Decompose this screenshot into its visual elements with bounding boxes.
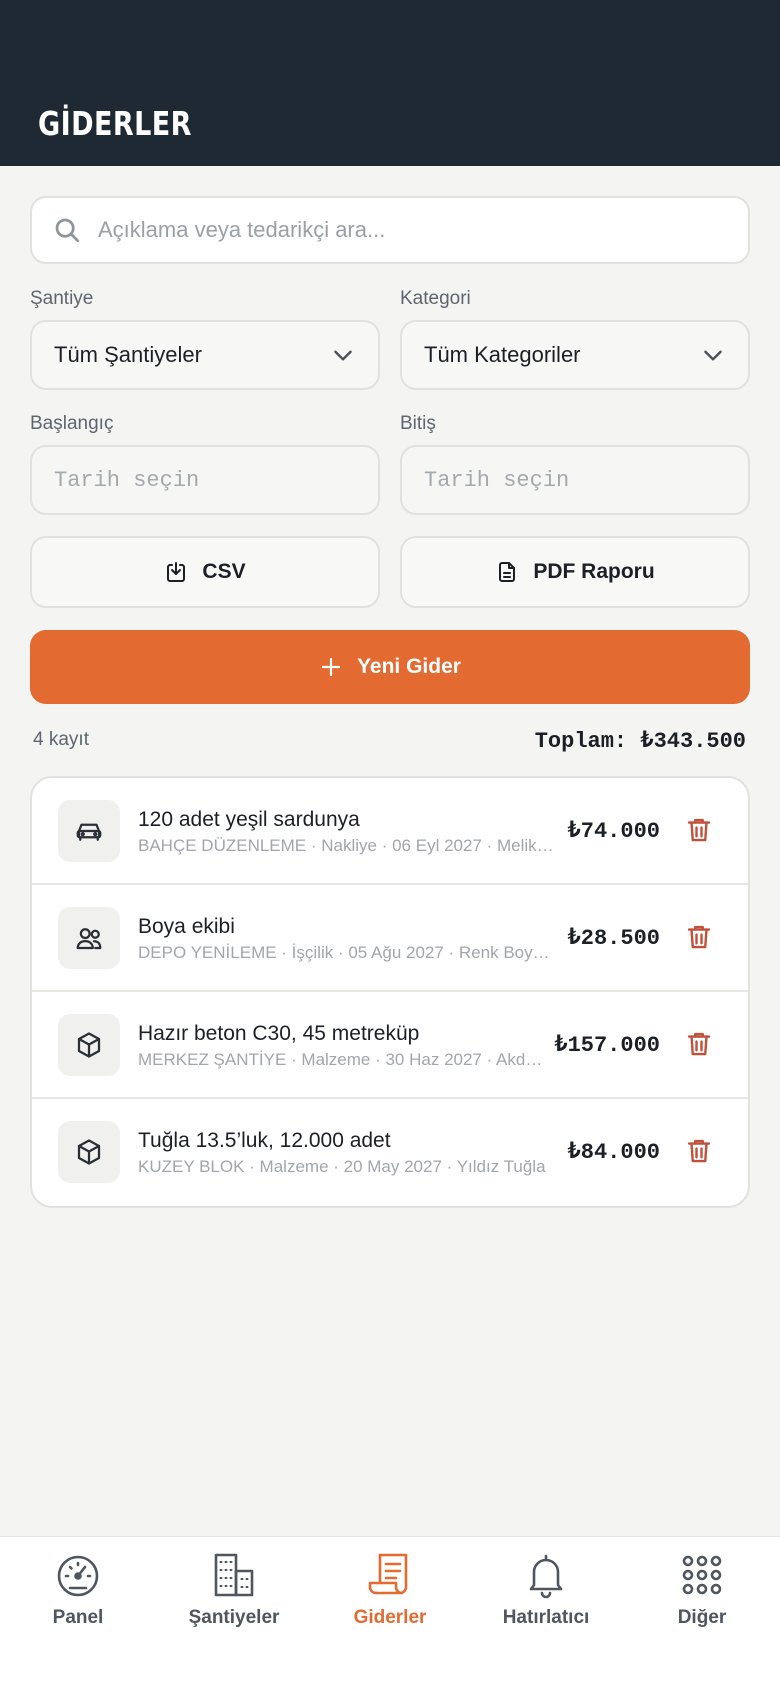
expense-row[interactable]: 120 adet yeşil sardunya BAHÇE DÜZENLEME … [32, 778, 748, 885]
expense-icon-container [58, 1014, 120, 1076]
expense-amount: ₺28.500 [567, 926, 660, 951]
expense-meta: BAHÇE DÜZENLEME · Nakliye · 06 Eyl 2027 … [138, 836, 554, 855]
end-date-placeholder: Tarih seçin [424, 467, 570, 493]
trash-icon[interactable] [684, 922, 714, 952]
start-date-label: Başlangıç [30, 413, 114, 434]
document-icon [499, 562, 516, 582]
category-select[interactable]: Tüm Kategoriler [400, 320, 750, 390]
start-date-placeholder: Tarih seçin [54, 467, 200, 493]
bottom-tab-bar: Panel Şantiyeler Giderler Hatırlatıcı Di… [0, 1536, 780, 1688]
tab-label: Hatırlatıcı [502, 1607, 590, 1628]
chevron-down-icon [334, 350, 352, 361]
category-select-value: Tüm Kategoriler [424, 342, 581, 367]
search-icon [55, 218, 79, 242]
category-filter-label: Kategori [400, 288, 471, 309]
tab-label: Panel [52, 1607, 104, 1628]
expense-icon-container [58, 800, 120, 862]
expense-title: Tuğla 13.5’luk, 12.000 adet [138, 1129, 391, 1152]
download-icon [167, 562, 186, 582]
expense-title: 120 adet yeşil sardunya [138, 808, 360, 831]
total-amount: Toplam: ₺343.500 [534, 729, 746, 754]
expense-amount: ₺74.000 [567, 819, 660, 844]
plus-icon [321, 657, 341, 677]
tab-panel[interactable]: Panel [0, 1551, 156, 1629]
record-count: 4 kayıt [33, 729, 89, 750]
expense-meta: DEPO YENİLEME · İşçilik · 05 Ağu 2027 · … [138, 943, 550, 962]
expense-row[interactable]: Hazır beton C30, 45 metreküp MERKEZ ŞANT… [32, 992, 748, 1099]
csv-button-label: CSV [202, 560, 246, 583]
expense-title: Boya ekibi [138, 915, 235, 938]
box-icon [77, 1032, 101, 1058]
site-select-value: Tüm Şantiyeler [54, 342, 202, 367]
tab-diger[interactable]: Diğer [624, 1551, 780, 1629]
tab-giderler[interactable]: Giderler [312, 1551, 468, 1629]
expense-meta: KUZEY BLOK · Malzeme · 20 May 2027 · Yıl… [138, 1157, 546, 1176]
tab-santiyeler[interactable]: Şantiyeler [156, 1551, 312, 1629]
expense-icon-container [58, 1121, 120, 1183]
pdf-button-label: PDF Raporu [533, 560, 655, 583]
expense-row[interactable]: Boya ekibi DEPO YENİLEME · İşçilik · 05 … [32, 885, 748, 992]
start-date-field[interactable]: Tarih seçin [30, 445, 380, 515]
expense-amount: ₺84.000 [567, 1140, 660, 1165]
buildings-icon [214, 1553, 254, 1597]
gauge-icon [57, 1555, 99, 1597]
trash-icon[interactable] [684, 1136, 714, 1166]
tab-label: Giderler [353, 1607, 427, 1628]
site-select[interactable]: Tüm Şantiyeler [30, 320, 380, 390]
trash-icon[interactable] [684, 815, 714, 845]
search-input[interactable] [98, 217, 698, 243]
car-icon [76, 823, 102, 841]
tab-label: Şantiyeler [188, 1607, 280, 1628]
new-expense-label: Yeni Gider [357, 655, 461, 678]
site-filter-label: Şantiye [30, 288, 94, 309]
end-date-label: Bitiş [400, 413, 436, 434]
end-date-field[interactable]: Tarih seçin [400, 445, 750, 515]
expense-amount: ₺157.000 [554, 1033, 660, 1058]
tab-hatirlatici[interactable]: Hatırlatıcı [468, 1551, 624, 1629]
csv-export-button[interactable]: CSV [30, 536, 380, 608]
search-bar[interactable] [30, 196, 750, 264]
new-expense-button[interactable]: Yeni Gider [30, 630, 750, 704]
expense-list: 120 adet yeşil sardunya BAHÇE DÜZENLEME … [30, 776, 750, 1208]
expense-icon-container [58, 907, 120, 969]
tab-label: Diğer [677, 1607, 727, 1628]
chevron-down-icon [704, 350, 722, 361]
bell-icon [529, 1554, 563, 1599]
app-header: GİDERLER [0, 0, 780, 166]
receipt-icon [368, 1553, 408, 1595]
grid-icon [682, 1555, 722, 1595]
expense-title: Hazır beton C30, 45 metreküp [138, 1022, 420, 1045]
users-icon [76, 928, 102, 950]
pdf-report-button[interactable]: PDF Raporu [400, 536, 750, 608]
trash-icon[interactable] [684, 1029, 714, 1059]
expense-meta: MERKEZ ŞANTİYE · Malzeme · 30 Haz 2027 ·… [138, 1050, 543, 1069]
box-icon [77, 1139, 101, 1165]
expense-row[interactable]: Tuğla 13.5’luk, 12.000 adet KUZEY BLOK ·… [32, 1099, 748, 1206]
page-title: GİDERLER [38, 104, 192, 143]
